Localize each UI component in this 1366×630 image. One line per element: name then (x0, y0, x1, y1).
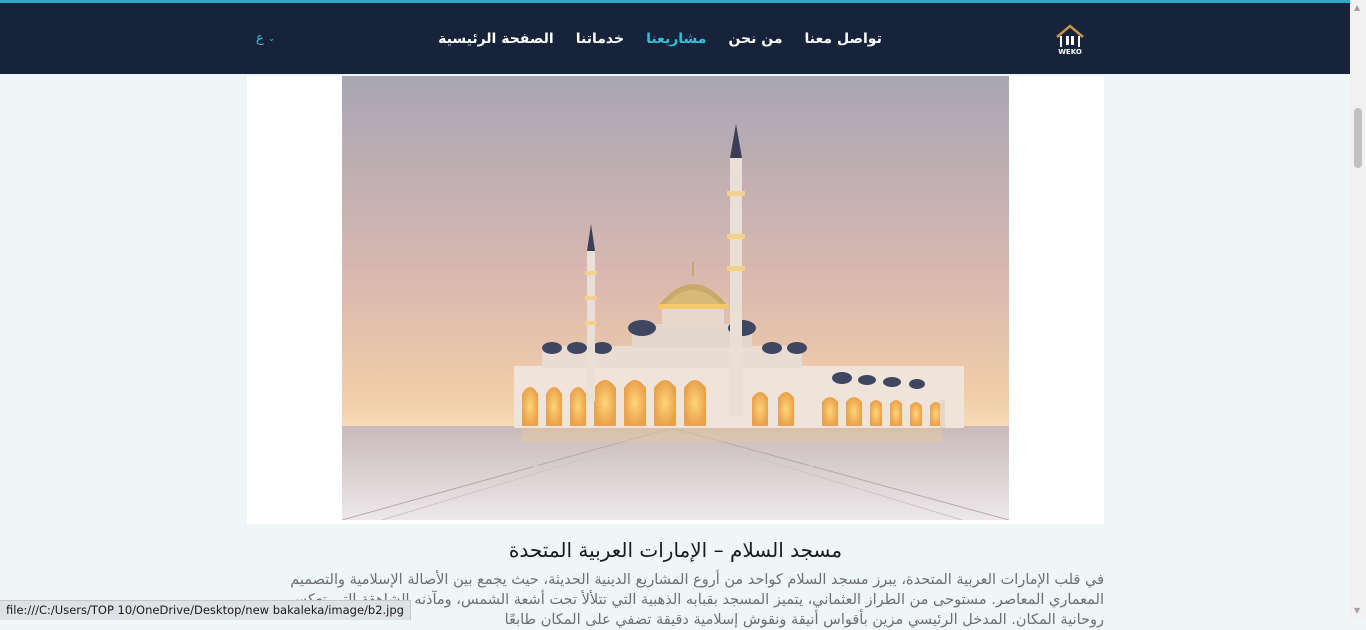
language-label: ع (256, 31, 264, 46)
page-scrollbar[interactable]: ▲ ▼ (1350, 0, 1366, 619)
language-switcher[interactable]: ع ⌄ (256, 31, 275, 46)
mosque-image[interactable] (342, 76, 1009, 520)
status-bar-url: file:///C:/Users/TOP 10/OneDrive/Desktop… (0, 600, 411, 620)
chevron-down-icon: ⌄ (267, 33, 276, 44)
building-logo-icon: WEKO (1056, 24, 1084, 56)
main-nav: الصفحة الرئيسية خدماتنا مشاريعنا من نحن … (438, 3, 882, 74)
project-title: مسجد السلام – الإمارات العربية المتحدة (508, 538, 843, 562)
nav-projects[interactable]: مشاريعنا (646, 31, 706, 47)
nav-about[interactable]: من نحن (728, 31, 782, 47)
nav-services[interactable]: خدماتنا (576, 31, 624, 47)
scroll-thumb[interactable] (1354, 108, 1362, 168)
nav-contact[interactable]: تواصل معنا (805, 31, 882, 47)
project-image-card (247, 76, 1104, 524)
site-logo[interactable]: WEKO (1052, 21, 1088, 57)
svg-text:WEKO: WEKO (1058, 48, 1082, 56)
nav-home[interactable]: الصفحة الرئيسية (438, 31, 554, 47)
scroll-up-icon[interactable]: ▲ (1354, 3, 1360, 12)
scroll-down-icon[interactable]: ▼ (1354, 606, 1360, 615)
navbar: WEKO الصفحة الرئيسية خدماتنا مشاريعنا من… (0, 3, 1350, 74)
